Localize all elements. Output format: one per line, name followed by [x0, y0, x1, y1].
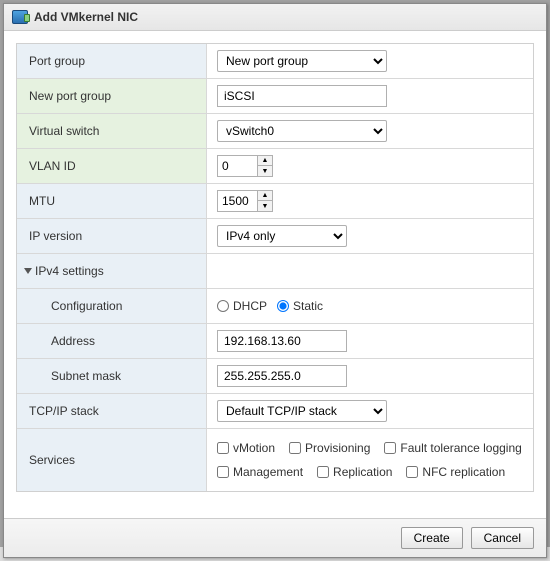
vlan-id-input[interactable] — [217, 155, 257, 177]
radio-static-label: Static — [293, 299, 323, 313]
label-address: Address — [17, 324, 207, 358]
ip-version-select[interactable]: IPv4 only — [217, 225, 347, 247]
chk-replication-label: Replication — [333, 465, 392, 479]
mtu-down[interactable]: ▼ — [258, 201, 272, 211]
new-port-group-input[interactable] — [217, 85, 387, 107]
dialog-title: Add VMkernel NIC — [34, 10, 138, 24]
row-ip-version: IP version IPv4 only — [17, 219, 533, 254]
row-port-group: Port group New port group — [17, 44, 533, 79]
chk-provisioning-label: Provisioning — [305, 441, 370, 455]
tcpip-stack-select[interactable]: Default TCP/IP stack — [217, 400, 387, 422]
vlan-id-down[interactable]: ▼ — [258, 166, 272, 176]
row-mtu: MTU ▲ ▼ — [17, 184, 533, 219]
label-configuration: Configuration — [17, 289, 207, 323]
label-ipv4-settings[interactable]: IPv4 settings — [17, 254, 207, 288]
radio-dhcp-label: DHCP — [233, 299, 267, 313]
label-subnet-mask: Subnet mask — [17, 359, 207, 393]
chk-vmotion-label: vMotion — [233, 441, 275, 455]
chk-management[interactable] — [217, 466, 229, 478]
dialog-titlebar: Add VMkernel NIC — [4, 4, 546, 31]
nic-icon — [12, 10, 28, 24]
row-subnet-mask: Subnet mask — [17, 359, 533, 394]
mtu-stepper[interactable]: ▲ ▼ — [217, 190, 273, 212]
chk-nfc-replication[interactable] — [406, 466, 418, 478]
row-tcpip-stack: TCP/IP stack Default TCP/IP stack — [17, 394, 533, 429]
label-mtu: MTU — [17, 184, 207, 218]
label-services: Services — [17, 429, 207, 491]
port-group-select[interactable]: New port group — [217, 50, 387, 72]
subnet-mask-input[interactable] — [217, 365, 347, 387]
ipv4-settings-text: IPv4 settings — [35, 264, 104, 278]
row-configuration: Configuration DHCP Static — [17, 289, 533, 324]
chevron-down-icon — [24, 268, 32, 274]
label-ip-version: IP version — [17, 219, 207, 253]
form: Port group New port group New port group… — [16, 43, 534, 492]
chk-provisioning[interactable] — [289, 442, 301, 454]
radio-static[interactable] — [277, 300, 289, 312]
chk-fault-tolerance[interactable] — [384, 442, 396, 454]
radio-dhcp[interactable] — [217, 300, 229, 312]
label-tcpip-stack: TCP/IP stack — [17, 394, 207, 428]
mtu-input[interactable] — [217, 190, 257, 212]
create-button[interactable]: Create — [401, 527, 463, 549]
row-vlan-id: VLAN ID ▲ ▼ — [17, 149, 533, 184]
virtual-switch-select[interactable]: vSwitch0 — [217, 120, 387, 142]
add-vmkernel-nic-dialog: Add VMkernel NIC Port group New port gro… — [3, 3, 547, 558]
row-address: Address — [17, 324, 533, 359]
address-input[interactable] — [217, 330, 347, 352]
label-vlan-id: VLAN ID — [17, 149, 207, 183]
vlan-id-up[interactable]: ▲ — [258, 156, 272, 166]
mtu-up[interactable]: ▲ — [258, 191, 272, 201]
label-virtual-switch: Virtual switch — [17, 114, 207, 148]
chk-fault-tolerance-label: Fault tolerance logging — [400, 441, 521, 455]
dialog-footer: Create Cancel — [4, 518, 546, 557]
row-services: Services vMotion Provisioning Fault tole… — [17, 429, 533, 491]
cancel-button[interactable]: Cancel — [471, 527, 534, 549]
vlan-id-stepper[interactable]: ▲ ▼ — [217, 155, 273, 177]
chk-vmotion[interactable] — [217, 442, 229, 454]
chk-nfc-replication-label: NFC replication — [422, 465, 505, 479]
row-virtual-switch: Virtual switch vSwitch0 — [17, 114, 533, 149]
label-new-port-group: New port group — [17, 79, 207, 113]
row-new-port-group: New port group — [17, 79, 533, 114]
chk-management-label: Management — [233, 465, 303, 479]
label-port-group: Port group — [17, 44, 207, 78]
row-ipv4-settings: IPv4 settings — [17, 254, 533, 289]
chk-replication[interactable] — [317, 466, 329, 478]
